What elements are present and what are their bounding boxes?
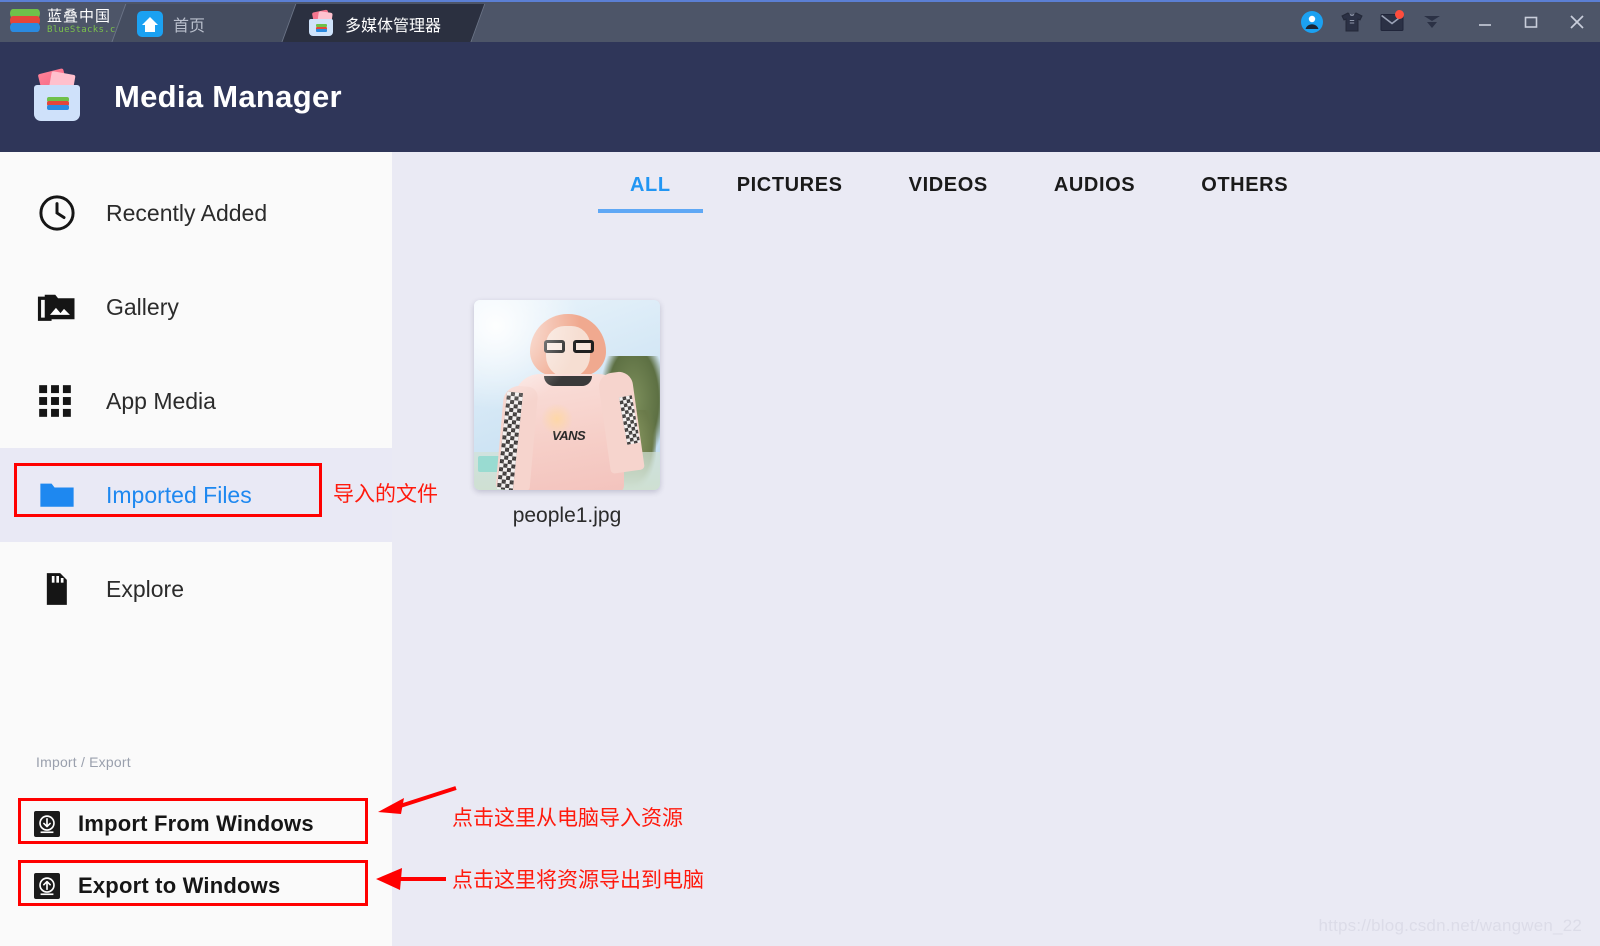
tab-all[interactable]: ALL — [598, 174, 703, 213]
brand-name-en: BlueStacks.cn — [47, 25, 122, 35]
watermark: https://blog.csdn.net/wangwen_22 — [1318, 916, 1582, 935]
import-export-section-label: Import / Export — [36, 754, 131, 770]
tshirt-icon[interactable] — [1332, 2, 1372, 42]
tab-media-manager-label: 多媒体管理器 — [345, 18, 442, 35]
tab-audios[interactable]: AUDIOS — [1054, 174, 1135, 213]
sidebar-item-label: Gallery — [106, 293, 179, 320]
tab-videos[interactable]: VIDEOS — [909, 174, 988, 213]
sidebar-item-explore[interactable]: Explore — [0, 542, 392, 636]
tab-home[interactable]: 首页 — [110, 4, 304, 42]
file-card[interactable]: VANS people1.jpg — [474, 300, 660, 528]
sd-card-icon — [36, 569, 82, 609]
sidebar-item-label: Explore — [106, 575, 184, 602]
sidebar-item-gallery[interactable]: Gallery — [0, 260, 392, 354]
media-manager-app-icon — [30, 68, 90, 125]
apps-grid-icon — [36, 382, 82, 420]
brand-name-cn: 蓝叠中国 — [47, 8, 112, 25]
tab-home-label: 首页 — [173, 18, 206, 35]
import-button-highlight-box — [18, 798, 368, 844]
content-tabs: ALL PICTURES VIDEOS AUDIOS OTHERS — [598, 174, 1288, 213]
import-callout-text: 点击这里从电脑导入资源 — [452, 807, 683, 830]
account-avatar-icon[interactable] — [1292, 2, 1332, 42]
titlebar-right-controls — [1292, 2, 1600, 42]
maximize-button[interactable] — [1508, 2, 1554, 42]
minimize-button[interactable] — [1462, 2, 1508, 42]
mail-icon[interactable] — [1372, 2, 1412, 42]
export-button-highlight-box — [18, 860, 368, 906]
tab-pictures[interactable]: PICTURES — [737, 174, 843, 213]
mail-notification-badge — [1395, 10, 1404, 19]
photo-library-icon — [36, 286, 82, 328]
export-callout-arrow-icon — [376, 868, 446, 890]
bluestacks-brand: 蓝叠中国 BlueStacks.cn — [10, 2, 121, 42]
tab-media-manager[interactable]: 多媒体管理器 — [280, 4, 486, 42]
imported-files-callout-text: 导入的文件 — [333, 483, 438, 506]
sidebar-item-recently-added[interactable]: Recently Added — [0, 166, 392, 260]
imported-files-highlight-box — [14, 463, 322, 517]
clock-icon — [36, 192, 82, 234]
bluestacks-logo-icon — [10, 9, 40, 35]
photo-thumbnail-people1[interactable]: VANS — [474, 300, 660, 490]
home-icon — [137, 11, 163, 37]
media-manager-icon — [307, 9, 335, 37]
sidebar-item-label: App Media — [106, 387, 216, 414]
chevron-down-icon[interactable] — [1412, 2, 1452, 42]
export-callout-text: 点击这里将资源导出到电脑 — [452, 869, 704, 892]
sidebar-item-label: Recently Added — [106, 199, 268, 226]
close-button[interactable] — [1554, 2, 1600, 42]
app-header: Media Manager — [0, 42, 1600, 152]
sidebar-item-app-media[interactable]: App Media — [0, 354, 392, 448]
tab-others[interactable]: OTHERS — [1201, 174, 1288, 213]
page-title: Media Manager — [114, 79, 342, 114]
file-name: people1.jpg — [512, 504, 622, 527]
bluestacks-title-bar: 蓝叠中国 BlueStacks.cn 首页 多媒体管理器 — [0, 0, 1600, 42]
import-callout-arrow-icon — [378, 786, 457, 814]
app-window: 蓝叠中国 BlueStacks.cn 首页 多媒体管理器 Media Manag… — [0, 0, 1600, 946]
